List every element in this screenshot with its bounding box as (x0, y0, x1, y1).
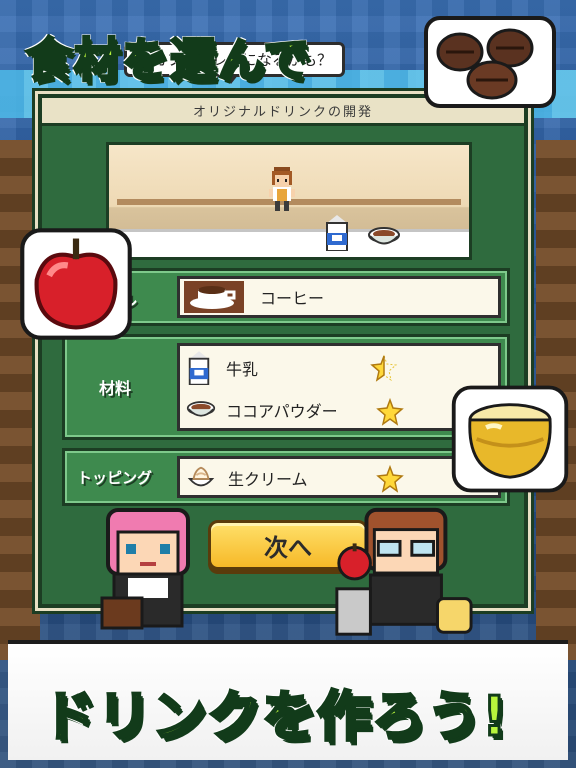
ingredient-item: 牛乳 (186, 350, 258, 386)
honey-jar-icon (451, 385, 569, 493)
ingredient-item: ココアパウダー (186, 394, 338, 426)
topping-item: 生クリーム (186, 462, 308, 494)
ingredients-label: 材料 (99, 379, 132, 398)
ingredient-name: ココアパウダー (226, 402, 338, 421)
pink-hair-staff-character (100, 508, 190, 630)
coffee-cup-icon (184, 281, 244, 313)
chef-character-icon (269, 167, 295, 211)
ingredients-row: 材料 牛乳 ココアパウダー (62, 334, 510, 440)
whipped-cream-icon (187, 466, 215, 487)
background-shelf-left (0, 140, 40, 660)
ingredient-name: 牛乳 (226, 360, 259, 379)
coffee-beans-icon (424, 16, 556, 108)
base-row: ル コーヒー (88, 268, 510, 326)
milk-carton-icon (326, 215, 348, 251)
preview-scene (106, 142, 472, 260)
headline-top: 食材を選んで (25, 32, 312, 89)
glasses-staff-character (335, 507, 473, 636)
base-slot[interactable]: コーヒー (177, 276, 501, 318)
base-item: コーヒー (184, 281, 324, 313)
star-icon (376, 465, 404, 493)
topping-row: トッピング 生クリーム (62, 448, 510, 506)
headline-bottom: ドリンクを作ろう! (41, 684, 509, 750)
base-item-name: コーヒー (260, 289, 325, 308)
topping-name: 生クリーム (228, 470, 308, 489)
red-apple-icon (20, 228, 132, 340)
milk-carton-icon (188, 351, 210, 385)
cocoa-bowl-icon (368, 227, 400, 245)
star-icon (376, 398, 404, 426)
cocoa-bowl-icon (186, 401, 216, 417)
scene-counter (109, 229, 469, 257)
topping-label: トッピング (77, 469, 153, 487)
half-star-icon (370, 354, 398, 382)
